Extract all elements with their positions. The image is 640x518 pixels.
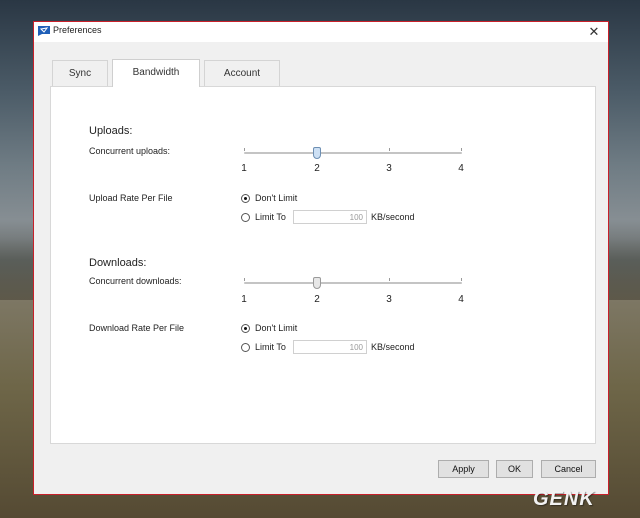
tab-sync[interactable]: Sync [52, 60, 108, 86]
slider-tick-label: 1 [241, 163, 247, 174]
slider-thumb[interactable] [313, 147, 321, 159]
slider-track [244, 152, 462, 154]
slider-tick [244, 148, 245, 151]
preferences-window: Preferences ✕ Sync Bandwidth Account Upl… [33, 21, 609, 495]
concurrent-uploads-label: Concurrent uploads: [89, 146, 171, 156]
slider-tick [461, 278, 462, 281]
slider-tick-label: 3 [386, 163, 392, 174]
download-dont-limit-radio[interactable] [241, 324, 250, 333]
cancel-button[interactable]: Cancel [541, 460, 596, 478]
genk-watermark: GENK [533, 488, 595, 510]
slider-track [244, 282, 462, 284]
slider-tick-label: 2 [314, 294, 320, 305]
upload-dont-limit-label[interactable]: Don't Limit [255, 193, 297, 203]
close-icon[interactable]: ✕ [580, 22, 608, 42]
slider-tick [461, 148, 462, 151]
title-bar[interactable]: Preferences ✕ [34, 22, 608, 42]
app-icon [38, 26, 50, 36]
tab-account[interactable]: Account [204, 60, 280, 86]
download-dont-limit-label[interactable]: Don't Limit [255, 323, 297, 333]
apply-button[interactable]: Apply [438, 460, 489, 478]
upload-limit-input[interactable]: 100 [293, 210, 367, 224]
downloads-heading: Downloads: [89, 257, 147, 269]
slider-tick-label: 4 [458, 294, 464, 305]
download-limit-to-radio[interactable] [241, 343, 250, 352]
tab-label: Bandwidth [132, 67, 180, 78]
upload-limit-to-radio[interactable] [241, 213, 250, 222]
tab-label: Account [223, 68, 261, 79]
ok-button[interactable]: OK [496, 460, 533, 478]
upload-limit-to-label[interactable]: Limit To [255, 212, 286, 222]
download-unit-label: KB/second [371, 342, 415, 352]
concurrent-downloads-label: Concurrent downloads: [89, 276, 182, 286]
slider-tick [389, 148, 390, 151]
download-rate-label: Download Rate Per File [89, 323, 185, 333]
uploads-heading: Uploads: [89, 125, 133, 137]
window-title: Preferences [53, 25, 102, 35]
slider-tick-label: 2 [314, 163, 320, 174]
download-limit-to-label[interactable]: Limit To [255, 342, 286, 352]
slider-thumb[interactable] [313, 277, 321, 289]
slider-tick [244, 278, 245, 281]
bandwidth-panel: Uploads: Concurrent uploads: 1 2 3 4 Upl… [50, 86, 596, 444]
upload-rate-label: Upload Rate Per File [89, 193, 173, 203]
upload-dont-limit-radio[interactable] [241, 194, 250, 203]
slider-tick [389, 278, 390, 281]
tab-bandwidth[interactable]: Bandwidth [112, 59, 200, 87]
upload-unit-label: KB/second [371, 212, 415, 222]
tab-label: Sync [68, 68, 92, 79]
slider-tick-label: 4 [458, 163, 464, 174]
download-limit-input[interactable]: 100 [293, 340, 367, 354]
slider-tick-label: 1 [241, 294, 247, 305]
slider-tick-label: 3 [386, 294, 392, 305]
